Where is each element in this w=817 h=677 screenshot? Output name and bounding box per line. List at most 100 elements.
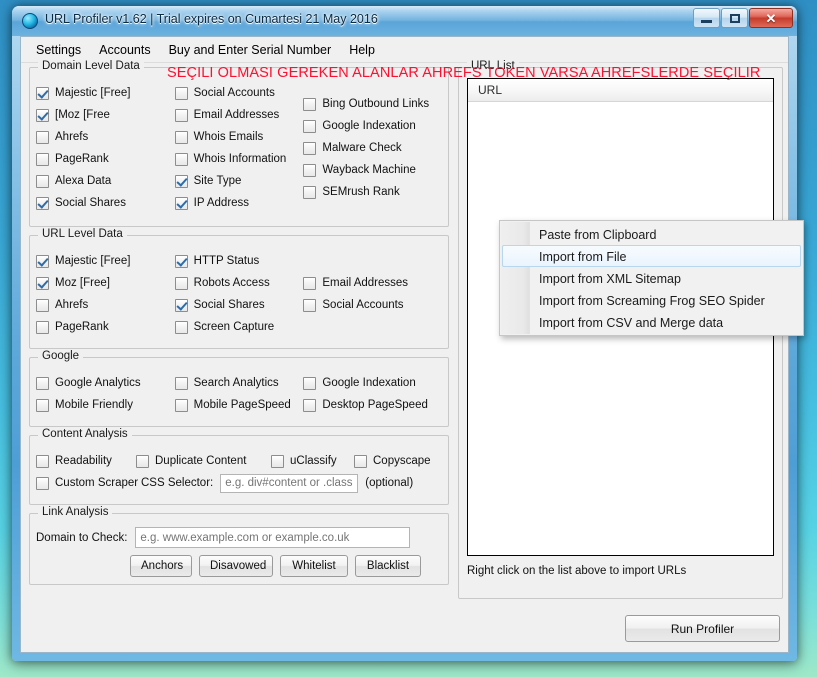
context-menu-item-import-from-csv-merge[interactable]: Import from CSV and Merge data: [502, 311, 801, 333]
checkbox-custom-scraper[interactable]: Custom Scraper: [36, 472, 141, 494]
checkbox-icon: [174, 86, 188, 100]
checkbox-domain-google-indexation[interactable]: Google Indexation: [303, 115, 442, 137]
checkbox-label: Whois Information: [193, 152, 287, 165]
url-list-hint: Right click on the list above to import …: [467, 565, 687, 577]
checkbox-domain-whois-information[interactable]: Whois Information: [174, 148, 304, 170]
menu-help[interactable]: Help: [340, 39, 384, 61]
checkbox-label: Email Addresses: [193, 108, 280, 121]
group-link-analysis: Link Analysis Domain to Check: Anchors D…: [29, 506, 449, 585]
checkbox-uclassify[interactable]: uClassify: [271, 450, 354, 472]
context-menu-item-paste-from-clipboard[interactable]: Paste from Clipboard: [502, 223, 801, 245]
checkbox-url-http-status[interactable]: HTTP Status: [174, 250, 304, 272]
checkbox-icon: [303, 185, 317, 199]
checkbox-desktop-pagespeed[interactable]: Desktop PageSpeed: [303, 394, 442, 416]
checkbox-domain-social-shares[interactable]: Social Shares: [36, 192, 175, 214]
checkbox-domain-bing-outbound-links[interactable]: Bing Outbound Links: [303, 93, 442, 115]
checkbox-url-screen-capture[interactable]: Screen Capture: [174, 316, 304, 338]
url-column-header[interactable]: URL: [468, 79, 773, 102]
context-menu-item-import-from-screaming-frog[interactable]: Import from Screaming Frog SEO Spider: [502, 289, 801, 311]
checkbox-label: Google Analytics: [55, 376, 141, 389]
checkbox-icon: [303, 298, 317, 312]
checkbox-duplicate-content[interactable]: Duplicate Content: [136, 450, 271, 472]
checkbox-label: Screen Capture: [193, 320, 275, 333]
menu-settings[interactable]: Settings: [27, 39, 90, 61]
checkbox-icon: [271, 454, 284, 468]
checkbox-domain-malware-check[interactable]: Malware Check: [303, 137, 442, 159]
checkbox-domain-ip-address[interactable]: IP Address: [174, 192, 304, 214]
checkbox-domain-wayback-machine[interactable]: Wayback Machine: [303, 159, 442, 181]
group-title-domain: Domain Level Data: [38, 60, 144, 72]
content-panes: SEÇILI OLMASI GEREKEN ALANLAR AHREFS TOK…: [21, 60, 804, 652]
checkbox-url-robots-access[interactable]: Robots Access: [174, 272, 304, 294]
blacklist-button[interactable]: Blacklist: [355, 555, 421, 577]
checkbox-domain-alexa-data[interactable]: Alexa Data: [36, 170, 175, 192]
menu-buy-serial[interactable]: Buy and Enter Serial Number: [160, 39, 341, 61]
checkbox-icon: [36, 254, 49, 268]
checkbox-url-social-shares[interactable]: Social Shares: [174, 294, 304, 316]
checkbox-domain-moz[interactable]: [Moz [Free: [36, 104, 175, 126]
checkbox-label: Wayback Machine: [322, 163, 416, 176]
checkbox-url-email-addresses[interactable]: Email Addresses: [303, 272, 442, 294]
checkbox-label: SEMrush Rank: [322, 185, 400, 198]
checkbox-google-analytics[interactable]: Google Analytics: [36, 372, 175, 394]
menu-accounts[interactable]: Accounts: [90, 39, 159, 61]
checkbox-domain-whois-emails[interactable]: Whois Emails: [174, 126, 304, 148]
checkbox-label: Mobile PageSpeed: [193, 398, 291, 411]
minimize-button[interactable]: [693, 8, 720, 28]
maximize-icon: [729, 13, 740, 23]
maximize-button[interactable]: [721, 8, 748, 28]
group-title-link-analysis: Link Analysis: [38, 506, 113, 518]
context-menu-item-import-from-xml-sitemap[interactable]: Import from XML Sitemap: [502, 267, 801, 289]
checkbox-label: Google Indexation: [322, 376, 416, 389]
domain-to-check-input[interactable]: [135, 527, 411, 548]
checkbox-url-moz[interactable]: Moz [Free]: [36, 272, 175, 294]
checkbox-copyscape[interactable]: Copyscape: [354, 450, 431, 472]
checkbox-search-analytics[interactable]: Search Analytics: [174, 372, 304, 394]
checkbox-icon: [303, 97, 317, 111]
checkbox-icon: [36, 196, 49, 210]
checkbox-label: Robots Access: [193, 276, 270, 289]
checkbox-label: Alexa Data: [55, 174, 112, 187]
checkbox-icon: [303, 398, 317, 412]
checkbox-icon: [174, 108, 188, 122]
checkbox-mobile-friendly[interactable]: Mobile Friendly: [36, 394, 175, 416]
checkbox-domain-semrush-rank[interactable]: SEMrush Rank: [303, 181, 442, 203]
context-menu-item-import-from-file[interactable]: Import from File: [502, 245, 801, 267]
anchors-button[interactable]: Anchors: [130, 555, 192, 577]
checkbox-icon: [174, 254, 188, 268]
checkbox-label: Social Accounts: [193, 86, 275, 99]
run-profiler-button[interactable]: Run Profiler: [625, 615, 780, 642]
annotation-top: SEÇILI OLMASI GEREKEN ALANLAR AHREFS TOK…: [167, 65, 761, 81]
checkbox-label: PageRank: [55, 152, 109, 165]
app-circle-icon: [22, 13, 38, 29]
import-context-menu[interactable]: Paste from Clipboard Import from File Im…: [499, 220, 804, 336]
checkbox-label: HTTP Status: [193, 254, 260, 267]
checkbox-url-ahrefs[interactable]: Ahrefs: [36, 294, 175, 316]
checkbox-icon: [303, 276, 317, 290]
checkbox-domain-pagerank[interactable]: PageRank: [36, 148, 175, 170]
checkbox-label: [Moz [Free: [55, 108, 110, 121]
close-button[interactable]: ✕: [749, 8, 793, 28]
checkbox-domain-ahrefs[interactable]: Ahrefs: [36, 126, 175, 148]
checkbox-label: Readability: [55, 454, 112, 467]
checkbox-url-majestic[interactable]: Majestic [Free]: [36, 250, 175, 272]
checkbox-label: Whois Emails: [193, 130, 264, 143]
checkbox-label: Google Indexation: [322, 119, 416, 132]
checkbox-label: Mobile Friendly: [55, 398, 133, 411]
checkbox-url-pagerank[interactable]: PageRank: [36, 316, 175, 338]
checkbox-domain-email-addresses[interactable]: Email Addresses: [174, 104, 304, 126]
checkbox-readability[interactable]: Readability: [36, 450, 136, 472]
whitelist-button[interactable]: Whitelist: [280, 555, 348, 577]
checkbox-domain-site-type[interactable]: Site Type: [174, 170, 304, 192]
checkbox-domain-majestic[interactable]: Majestic [Free]: [36, 82, 175, 104]
checkbox-url-social-accounts[interactable]: Social Accounts: [303, 294, 442, 316]
checkbox-mobile-pagespeed[interactable]: Mobile PageSpeed: [174, 394, 304, 416]
checkbox-label: Email Addresses: [322, 276, 409, 289]
checkbox-icon: [36, 454, 49, 468]
checkbox-domain-social-accounts[interactable]: Social Accounts: [174, 82, 304, 104]
disavowed-button[interactable]: Disavowed: [199, 555, 273, 577]
checkbox-icon: [174, 376, 188, 390]
checkbox-icon: [303, 119, 317, 133]
checkbox-google-indexation[interactable]: Google Indexation: [303, 372, 442, 394]
css-selector-input[interactable]: [220, 473, 359, 493]
